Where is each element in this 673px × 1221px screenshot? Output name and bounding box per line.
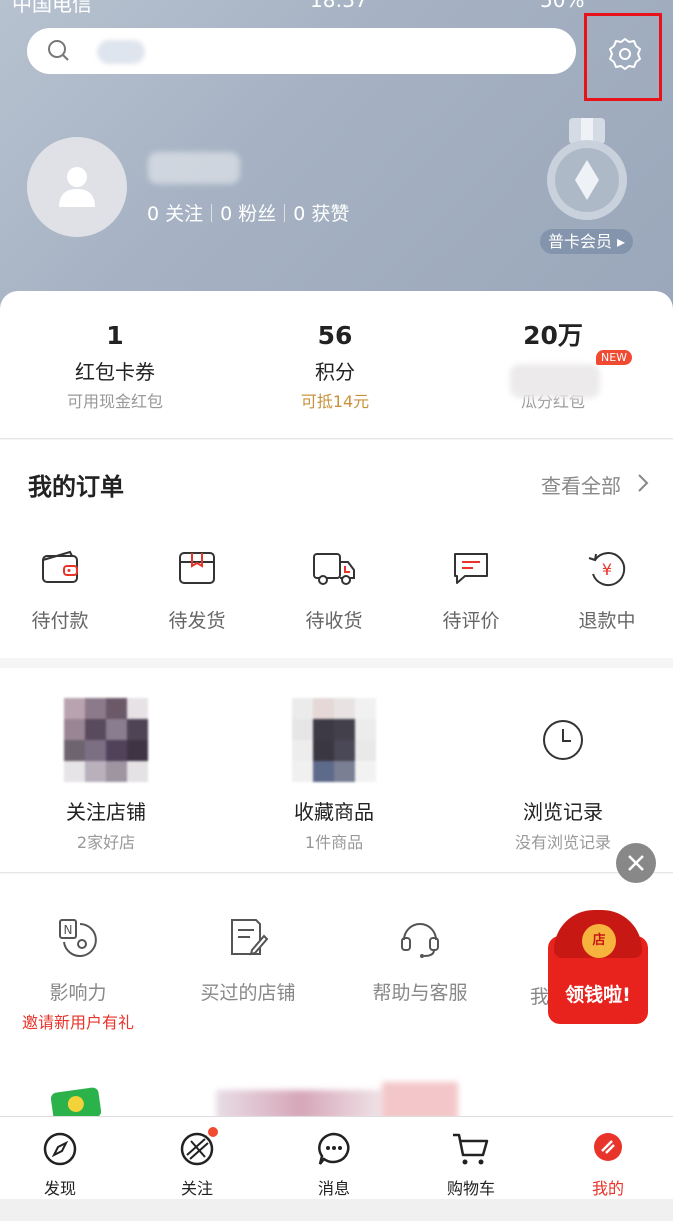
coupons-label: 红包卡券 [75,360,155,384]
cart-icon [453,1133,489,1165]
member-level-badge[interactable]: 普卡会员 ▸ [540,229,633,254]
tab-messages[interactable]: 消息 [274,1131,394,1199]
bonus-label-blurred [510,364,600,398]
divider [211,204,213,222]
redpacket-text: 领钱啦! [565,984,631,1006]
service-label: 帮助与客服 [372,982,468,1004]
headset-icon [401,923,439,958]
fans-count[interactable]: 0 粉丝 [220,203,276,225]
tab-me[interactable]: 我的 [548,1131,668,1199]
order-pending-shipment[interactable]: 待发货 [137,548,257,633]
collections-section: 关注店铺 2家好店 收藏商品 1件商品 浏览记录 没有浏览记录 [0,668,673,873]
tab-label: 关注 [180,1179,213,1198]
tab-follow[interactable]: 关注 [137,1131,257,1199]
likes-count[interactable]: 0 获赞 [293,203,349,225]
search-bar[interactable] [27,28,576,74]
redpacket-coin: 店 [582,924,616,958]
username-blurred [148,152,240,184]
view-all-orders-link[interactable]: 查看全部 [541,470,621,499]
tab-cart[interactable]: 购物车 [411,1131,531,1199]
close-icon [628,855,644,871]
browse-history[interactable]: 浏览记录 没有浏览记录 [463,698,663,853]
item-thumbnail-blurred [292,698,376,782]
carrier-text: 中国电信 [12,0,92,16]
truck-icon [313,553,355,585]
user-silhouette-icon [59,167,95,207]
svg-text:N: N [64,923,73,937]
compass-icon [43,1132,77,1166]
order-label: 待付款 [31,610,89,632]
service-label: 买过的店铺 [200,982,296,1004]
svg-text:¥: ¥ [602,560,612,579]
chevron-right-icon[interactable] [636,472,650,494]
points-count: 56 [317,321,353,350]
followed-stores[interactable]: 关注店铺 2家好店 [6,698,206,853]
influence-icon: N [59,919,97,957]
comment-icon [454,553,488,584]
box-icon [179,552,215,584]
home-indicator-area [0,1199,673,1221]
tab-label: 购物车 [446,1179,495,1198]
tab-label: 发现 [43,1179,76,1198]
service-partial-label[interactable]: 我 [530,982,549,1009]
coin-icon [66,1094,85,1114]
service-purchased-stores[interactable]: 买过的店铺 [163,916,333,1005]
browse-history-label: 浏览记录 [523,800,603,824]
order-label: 待评价 [442,610,500,632]
battery-text: 50% [540,0,585,12]
coupons-sub: 可用现金红包 [66,392,163,411]
order-pending-review[interactable]: 待评价 [411,548,531,633]
favorite-items-label: 收藏商品 [294,800,374,824]
tab-label: 消息 [317,1179,350,1198]
store-thumbnail-blurred [64,698,148,782]
message-icon [318,1132,350,1165]
search-placeholder-blurred [97,40,145,64]
search-icon [48,40,69,61]
tab-label: 我的 [591,1179,624,1198]
settings-button[interactable] [584,13,662,101]
coupons-count: 1 [106,321,124,350]
profile-header: 中国电信 18:37 50% 0 关注 0 粉丝 0 获赞 普卡会员 ▸ [0,0,673,330]
purchased-stores-icon [231,919,269,956]
follow-count[interactable]: 0 关注 [147,203,203,225]
service-influence[interactable]: N 影响力 邀请新用户有礼 [0,916,163,1033]
wallet-icon [42,550,78,583]
time-text: 18:37 [310,0,368,12]
order-label: 退款中 [578,610,636,632]
order-label: 待收货 [305,610,363,632]
new-badge: NEW [596,350,633,365]
coupons-stat[interactable]: 1 红包卡券 可用现金红包 [25,318,205,412]
bonus-amount: 20万 [523,321,583,350]
profile-icon [594,1133,622,1161]
favorite-items[interactable]: 收藏商品 1件商品 [234,698,434,853]
order-pending-receipt[interactable]: 待收货 [274,548,394,633]
gear-icon [609,38,641,70]
order-pending-payment[interactable]: 待付款 [0,548,120,633]
followed-stores-label: 关注店铺 [66,800,146,824]
follow-icon [180,1132,214,1166]
status-bar: 中国电信 18:37 50% [0,0,673,16]
service-help[interactable]: 帮助与客服 [335,916,505,1005]
redpacket-promo[interactable]: 店 领钱啦! [548,910,648,1025]
close-popup-button[interactable] [616,843,656,883]
order-refunding[interactable]: ¥ 退款中 [547,548,667,633]
order-label: 待发货 [168,610,226,632]
points-label: 积分 [315,360,355,384]
divider [284,204,286,222]
points-sub: 可抵14元 [300,392,370,411]
clock-icon [543,720,583,760]
notification-dot [208,1127,218,1137]
profile-stats: 0 关注 0 粉丝 0 获赞 [147,199,349,226]
avatar[interactable] [27,137,127,237]
service-promo[interactable]: 邀请新用户有礼 [0,1009,163,1033]
followed-stores-sub: 2家好店 [76,833,136,852]
points-stat[interactable]: 56 积分 可抵14元 [245,318,425,412]
orders-title: 我的订单 [28,473,124,501]
service-label: 影响力 [49,982,107,1004]
tab-discover[interactable]: 发现 [0,1131,120,1199]
banner-blurred [382,1082,458,1120]
my-orders-section: 我的订单 查看全部 待付款 待发货 待收货 待评价 ¥ 退款中 [0,440,673,658]
refund-icon: ¥ [588,552,626,587]
favorite-items-sub: 1件商品 [304,833,364,852]
